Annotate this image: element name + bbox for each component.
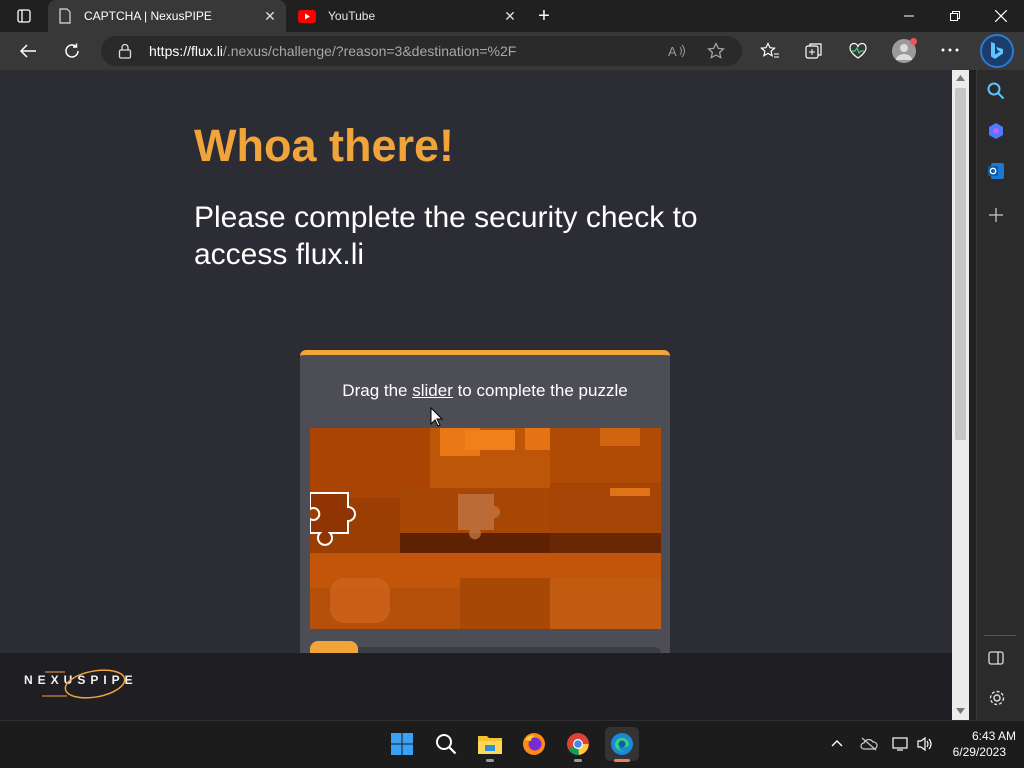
restore-icon (950, 11, 960, 21)
outlook-icon[interactable] (987, 162, 1005, 180)
more-options-icon[interactable] (941, 48, 959, 52)
firefox-button[interactable] (517, 727, 551, 761)
page-footer (0, 653, 952, 720)
puzzle-background (310, 428, 661, 629)
clock-date[interactable]: 6/29/2023 (936, 745, 1006, 759)
favorites-icon[interactable] (760, 42, 780, 60)
back-arrow-icon (19, 44, 36, 58)
close-tab-icon[interactable]: ✕ (502, 8, 518, 24)
slider-handle[interactable] (310, 641, 358, 653)
tab-strip: CAPTCHA | NexusPIPE ✕ YouTube ✕ + (0, 0, 1024, 32)
running-indicator (486, 759, 494, 762)
tab-actions-icon (17, 9, 31, 23)
tab-actions-button[interactable] (0, 0, 48, 32)
tab-captcha[interactable]: CAPTCHA | NexusPIPE ✕ (48, 0, 286, 32)
bing-chat-button[interactable] (980, 34, 1014, 68)
chrome-icon (567, 733, 589, 756)
volume-icon[interactable] (916, 736, 934, 752)
lock-icon[interactable] (118, 43, 132, 59)
url-path: /.nexus/challenge/?reason=3&destination=… (222, 43, 517, 59)
hide-sidebar-icon[interactable] (988, 650, 1004, 666)
new-tab-button[interactable]: + (530, 0, 558, 32)
close-tab-icon[interactable]: ✕ (262, 8, 278, 24)
bing-icon (991, 42, 1003, 59)
slider-link[interactable]: slider (412, 381, 453, 400)
edge-icon (611, 733, 633, 755)
add-sidebar-app-icon[interactable] (989, 208, 1003, 222)
onedrive-offline-icon[interactable] (860, 737, 878, 751)
instruction-text: Drag the (342, 381, 413, 400)
plus-icon: + (538, 4, 550, 27)
refresh-icon (65, 43, 79, 58)
tab-label: YouTube (328, 9, 376, 23)
minimize-button[interactable] (886, 0, 932, 32)
logo-swoosh-icon (42, 669, 126, 699)
taskbar-search-button[interactable] (429, 727, 463, 761)
start-button[interactable] (385, 727, 419, 761)
captcha-card: Drag the slider to complete the puzzle (300, 350, 670, 653)
network-icon[interactable] (892, 736, 910, 752)
captcha-instruction: Drag the slider to complete the puzzle (300, 381, 670, 401)
mouse-cursor-icon (430, 407, 444, 427)
url-host: https://flux.li (149, 43, 223, 59)
close-window-button[interactable] (978, 0, 1024, 32)
clock-time[interactable]: 6:43 AM (946, 729, 1016, 743)
designer-icon[interactable] (987, 122, 1005, 140)
scrollbar-thumb[interactable] (955, 88, 966, 440)
search-icon[interactable] (987, 82, 1005, 100)
active-indicator (614, 759, 630, 762)
sidebar-settings-gear-icon[interactable] (988, 689, 1006, 707)
sidebar-divider (984, 635, 1016, 636)
search-icon (436, 734, 457, 755)
tab-youtube[interactable]: YouTube ✕ (288, 0, 526, 32)
show-hidden-icons-chevron-icon[interactable] (831, 739, 843, 747)
page-subtitle: Please complete the security check to ac… (194, 201, 698, 271)
read-aloud-icon[interactable]: A (668, 43, 686, 59)
file-explorer-button[interactable] (473, 727, 507, 761)
browser-essentials-icon[interactable] (848, 42, 868, 60)
back-button[interactable] (14, 37, 42, 65)
page-icon (59, 8, 71, 24)
tab-label: CAPTCHA | NexusPIPE (84, 9, 212, 23)
page-title: Whoa there! (194, 120, 455, 171)
minimize-icon (904, 15, 914, 17)
refresh-button[interactable] (58, 37, 86, 65)
profile-notification-dot (910, 38, 917, 45)
svg-text:A: A (668, 44, 677, 59)
close-icon (995, 10, 1007, 22)
collections-icon[interactable] (805, 42, 823, 60)
scroll-down-icon[interactable] (956, 708, 965, 714)
restore-button[interactable] (932, 0, 978, 32)
instruction-text: to complete the puzzle (452, 381, 628, 400)
firefox-icon (523, 733, 545, 755)
edge-button[interactable] (605, 727, 639, 761)
windows-logo-icon (391, 733, 413, 755)
scroll-up-icon[interactable] (956, 75, 965, 81)
page-content: Whoa there! Please complete the security… (0, 70, 952, 653)
url-text[interactable]: https://flux.li/.nexus/challenge/?reason… (149, 43, 516, 59)
youtube-icon (298, 9, 316, 23)
running-indicator (574, 759, 582, 762)
favorite-star-icon[interactable] (707, 42, 725, 60)
puzzle-image (310, 428, 661, 629)
folder-icon (478, 736, 502, 754)
chrome-button[interactable] (561, 727, 595, 761)
